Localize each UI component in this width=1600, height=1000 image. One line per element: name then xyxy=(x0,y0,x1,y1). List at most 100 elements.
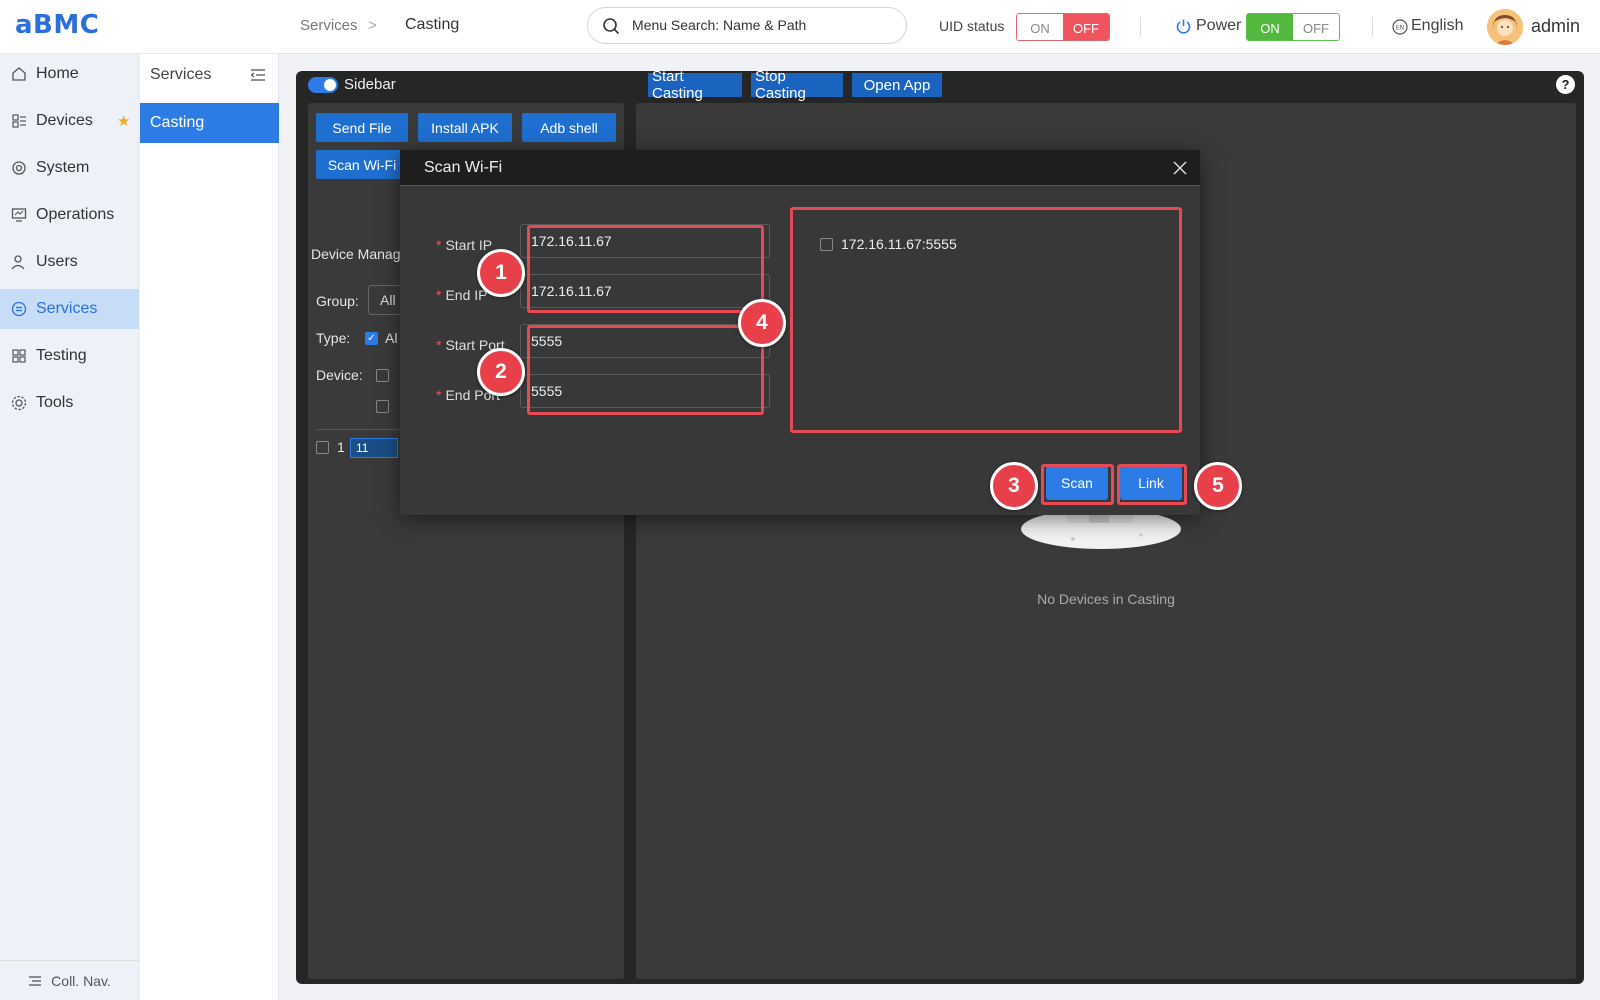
uid-off-option[interactable]: OFF xyxy=(1063,14,1109,40)
collapse-nav-button[interactable]: Coll. Nav. xyxy=(0,960,139,1000)
step-badge-3: 3 xyxy=(990,462,1038,510)
collapse-nav-label: Coll. Nav. xyxy=(51,972,111,989)
nav-label: Users xyxy=(36,253,78,270)
end-ip-label: * End IP xyxy=(436,287,487,303)
breadcrumb-parent[interactable]: Services xyxy=(300,17,358,34)
open-app-button[interactable]: Open App xyxy=(852,73,942,97)
top-bar: aBMC Services > Casting Menu Search: Nam… xyxy=(0,0,1600,54)
favorite-star-icon[interactable]: ★ xyxy=(117,112,130,130)
divider xyxy=(316,429,408,430)
step-badge-2: 2 xyxy=(477,348,525,396)
nav-item-users[interactable]: Users xyxy=(0,242,139,282)
result-checkbox[interactable] xyxy=(820,238,833,251)
nav-label: System xyxy=(36,159,90,176)
sub-nav: Services Casting xyxy=(140,54,279,1000)
nav-item-testing[interactable]: Testing xyxy=(0,336,139,376)
divider xyxy=(1140,17,1141,37)
nav-label: Testing xyxy=(36,347,87,364)
nav-item-tools[interactable]: Tools xyxy=(0,383,139,423)
breadcrumb-separator: > xyxy=(368,17,377,34)
home-icon xyxy=(12,67,26,81)
nav-item-home[interactable]: Home xyxy=(0,54,139,94)
tools-icon xyxy=(11,395,27,411)
app-logo[interactable]: aBMC xyxy=(15,10,99,40)
send-file-button[interactable]: Send File xyxy=(316,113,408,142)
required-mark: * xyxy=(436,287,442,303)
devices-icon xyxy=(12,114,26,128)
required-mark: * xyxy=(436,237,442,253)
device-label: Device: xyxy=(316,367,363,383)
uid-on-option[interactable]: ON xyxy=(1017,14,1063,40)
power-on-option[interactable]: ON xyxy=(1247,14,1293,40)
services-icon xyxy=(11,301,27,317)
main-nav: Home Devices ★ System Operations Users S… xyxy=(0,54,139,1000)
row-index: 1 xyxy=(337,439,345,455)
stop-casting-button[interactable]: Stop Casting xyxy=(751,68,843,102)
step-badge-1: 1 xyxy=(477,249,525,297)
operations-icon xyxy=(11,208,27,222)
collapse-icon xyxy=(29,975,42,986)
menu-search-input[interactable]: Menu Search: Name & Path xyxy=(587,7,907,44)
scan-result-item[interactable]: 172.16.11.67:5555 xyxy=(841,236,957,252)
start-ip-input[interactable] xyxy=(520,224,770,258)
dialog-title: Scan Wi-Fi xyxy=(424,159,503,176)
uid-status-label: UID status xyxy=(939,18,1005,34)
avatar[interactable] xyxy=(1487,9,1523,45)
power-icon xyxy=(1176,19,1191,34)
power-off-option[interactable]: OFF xyxy=(1293,14,1339,40)
nav-item-services[interactable]: Services xyxy=(0,289,139,329)
power-label: Power xyxy=(1196,17,1242,34)
end-ip-input[interactable] xyxy=(520,274,770,308)
device-checkbox[interactable] xyxy=(376,400,389,413)
start-casting-button[interactable]: Start Casting xyxy=(648,68,742,102)
scan-button[interactable]: Scan xyxy=(1046,466,1108,500)
scan-wifi-button[interactable]: Scan Wi-Fi xyxy=(316,150,408,179)
power-toggle[interactable]: ON OFF xyxy=(1246,13,1340,41)
row-id[interactable]: 11 xyxy=(350,438,398,458)
required-mark: * xyxy=(436,387,442,403)
subnav-item-label: Casting xyxy=(150,114,205,131)
link-button[interactable]: Link xyxy=(1120,466,1182,500)
dialog-header: Scan Wi-Fi xyxy=(400,150,1200,186)
collapse-subnav-icon[interactable] xyxy=(250,68,266,82)
nav-item-operations[interactable]: Operations xyxy=(0,195,139,235)
sidebar-toggle[interactable] xyxy=(308,77,338,93)
close-icon[interactable] xyxy=(1172,160,1188,176)
end-port-input[interactable] xyxy=(520,374,770,408)
subnav-item-casting[interactable]: Casting xyxy=(140,103,279,143)
field-label-text: End IP xyxy=(445,287,488,303)
step-badge-4: 4 xyxy=(738,299,786,347)
sidebar-label: Sidebar xyxy=(344,76,396,93)
start-ip-label: * Start IP xyxy=(436,237,492,253)
nav-item-system[interactable]: System xyxy=(0,148,139,188)
breadcrumb-current: Casting xyxy=(405,16,460,33)
type-all-checkbox[interactable]: ✓ xyxy=(365,332,378,345)
start-port-input[interactable] xyxy=(520,324,770,358)
nav-label: Operations xyxy=(36,206,115,223)
device-manager-heading: Device Manag xyxy=(311,246,401,262)
uid-status-toggle[interactable]: ON OFF xyxy=(1016,13,1110,41)
empty-state-text: No Devices in Casting xyxy=(1037,591,1175,607)
subnav-title: Services xyxy=(150,66,212,83)
device-checkbox[interactable] xyxy=(376,369,389,382)
adb-shell-button[interactable]: Adb shell xyxy=(522,113,616,142)
language-icon: EN xyxy=(1392,19,1408,35)
field-label-text: Start IP xyxy=(445,237,493,253)
search-placeholder: Menu Search: Name & Path xyxy=(632,17,807,33)
nav-label: Devices xyxy=(36,112,93,129)
nav-label: Services xyxy=(36,300,98,317)
group-label: Group: xyxy=(316,293,359,309)
required-mark: * xyxy=(436,337,442,353)
help-icon[interactable]: ? xyxy=(1556,75,1575,94)
row-checkbox[interactable] xyxy=(316,441,329,454)
search-icon xyxy=(603,18,620,35)
type-all-label: Al xyxy=(385,330,398,346)
step-badge-5: 5 xyxy=(1194,462,1242,510)
language-selector[interactable]: English xyxy=(1411,17,1463,35)
svg-text:EN: EN xyxy=(1396,25,1404,32)
install-apk-button[interactable]: Install APK xyxy=(418,113,512,142)
user-name[interactable]: admin xyxy=(1531,16,1580,37)
nav-item-devices[interactable]: Devices ★ xyxy=(0,101,139,141)
users-icon xyxy=(11,255,25,270)
type-label: Type: xyxy=(316,330,351,346)
